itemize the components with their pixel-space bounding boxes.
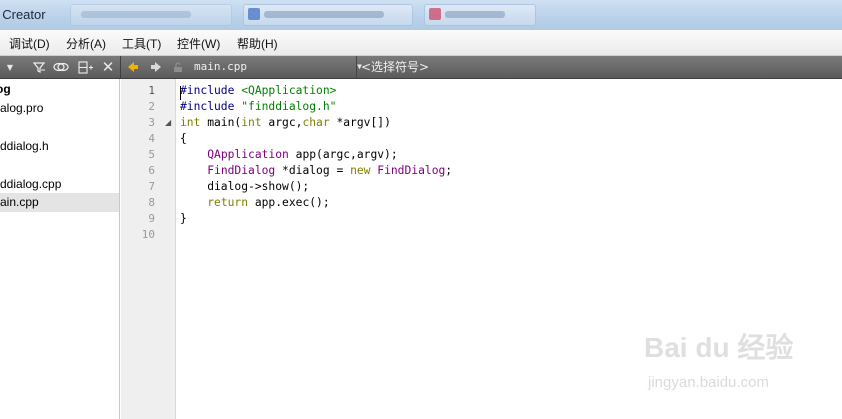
code-editor[interactable]: 1 2 3 4 5 6 7 8 9 10 ◢ #include <QApplication> #in… [121,79,842,419]
code-token: #include [180,84,242,97]
browser-tab-icon [248,8,260,20]
text-caret [180,86,181,100]
code-token: app.exec(); [248,196,330,209]
tree-item-file-selected[interactable]: ain.cpp [0,193,119,212]
code-token: dialog->show(); [180,180,310,193]
code-token: #include [180,100,242,113]
line-number: 8 [148,196,155,209]
line-number: 3 [148,116,155,129]
tree-item-file[interactable]: ddialog.cpp [0,175,119,194]
code-line: int main(int argc,char *argv[]) [180,115,391,131]
file-selector-label: main.cpp [194,60,247,73]
menu-tools[interactable]: 工具(T) [122,35,161,52]
code-token: <QApplication> [241,84,337,97]
tree-item-folder[interactable]: r [0,156,119,175]
menu-help[interactable]: 帮助(H) [237,35,278,52]
forward-arrow-icon[interactable] [148,56,164,78]
window-title: t Creator [0,7,46,22]
line-number: 9 [148,212,155,225]
line-number: 2 [148,100,155,113]
code-token: ; [445,164,453,177]
menu-controls[interactable]: 控件(W) [177,35,220,52]
split-icon[interactable] [76,56,94,78]
code-token: argc, [261,116,303,129]
code-token: return [207,196,249,209]
tree-item-folder[interactable]: r [0,118,119,137]
project-tree: og alog.pro r ddialog.h r ddialog.cpp ai… [0,79,120,419]
taskbar-tab[interactable] [424,4,536,26]
code-line: { [180,131,187,147]
code-line: FindDialog *dialog = new FindDialog; [180,163,452,179]
fold-marker-icon[interactable]: ◢ [165,115,171,131]
close-icon[interactable]: ✕ [99,56,117,78]
code-token: FindDialog [377,164,446,177]
menu-analyze[interactable]: 分析(A) [66,35,106,52]
line-number: 1 [148,84,155,97]
code-token: int [180,116,201,129]
menu-bar: 调试(D) 分析(A) 工具(T) 控件(W) 帮助(H) [0,30,842,56]
title-bar: t Creator [0,0,842,30]
dropdown-arrow-icon[interactable]: ▼ [0,56,20,78]
code-line: dialog->show(); [180,179,309,195]
taskbar-tab[interactable] [243,4,413,26]
menu-debug[interactable]: 调试(D) [9,35,50,52]
code-token: { [180,132,187,145]
code-token: QApplication [207,148,289,161]
line-number: 7 [148,180,155,193]
code-line: #include "finddialog.h" [180,99,336,115]
line-number: 6 [148,164,155,177]
code-token: char [302,116,330,129]
symbol-selector[interactable]: <选择符号> [356,56,511,78]
code-token: main( [200,116,242,129]
browser-tab-icon [429,8,441,20]
code-line: #include <QApplication> [180,83,336,99]
link-icon[interactable] [52,56,70,78]
symbol-selector-label: <选择符号> [361,60,430,74]
code-line: } [180,211,187,227]
lock-icon [170,56,186,78]
code-token: app(argc,argv); [288,148,398,161]
line-number: 5 [148,148,155,161]
code-token: FindDialog [207,164,276,177]
filter-icon[interactable] [30,56,48,78]
code-line: QApplication app(argc,argv); [180,147,398,163]
code-token: "finddialog.h" [241,100,337,113]
project-toolbar: ▼ ✕ [0,56,120,79]
file-selector[interactable]: main.cpp ▼ [194,56,362,78]
back-arrow-icon[interactable] [125,56,141,78]
tree-item-file[interactable]: ddialog.h [0,137,119,156]
code-token: new [350,164,371,177]
taskbar-tab[interactable] [70,4,232,26]
tree-item-project[interactable]: og [0,80,119,99]
line-number: 4 [148,132,155,145]
code-token: *dialog = [275,164,351,177]
code-line: return app.exec(); [180,195,330,211]
tree-item-file[interactable]: alog.pro [0,99,119,118]
editor-toolbar: main.cpp ▼ <选择符号> [120,56,842,79]
code-token: *argv[]) [329,116,391,129]
line-number: 10 [141,228,155,241]
code-token: } [180,212,187,225]
code-token: int [241,116,262,129]
